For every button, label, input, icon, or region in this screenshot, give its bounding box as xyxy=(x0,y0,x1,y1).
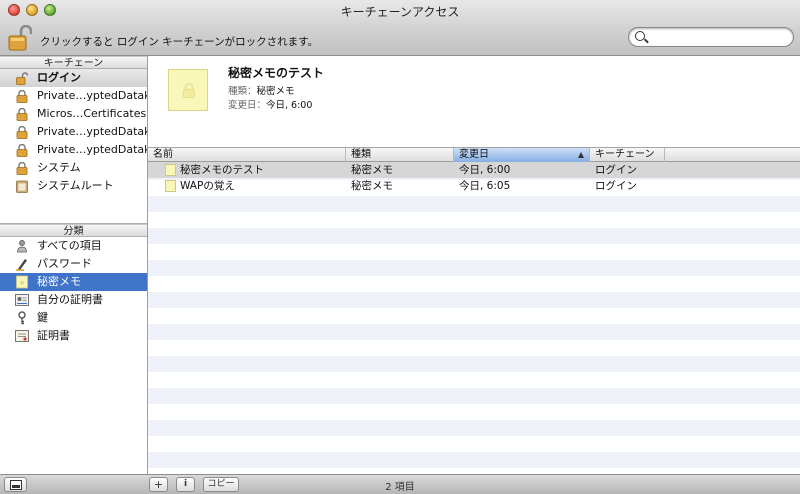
pen-icon xyxy=(16,259,27,271)
secure-note-large-icon xyxy=(168,69,208,111)
cabinet-icon xyxy=(16,180,28,193)
keychain-label: ログイン xyxy=(37,71,81,84)
category-item-keys[interactable]: 鍵 xyxy=(0,309,147,327)
lock-keychain-button[interactable] xyxy=(8,24,33,51)
table-header: 名前 種類 変更日 キーチェーン xyxy=(148,148,800,162)
detail-modified-label: 変更日： xyxy=(228,100,267,111)
padlock-icon xyxy=(16,108,28,121)
column-header-empty xyxy=(665,148,800,162)
keychain-label: Micros…Certificates xyxy=(37,107,147,120)
cell-name: 秘密メモのテスト xyxy=(148,162,346,178)
people-icon xyxy=(17,240,27,253)
keychain-item-private-3[interactable]: Private…yptedDatak xyxy=(0,141,147,159)
padlock-icon xyxy=(16,162,28,175)
note-icon xyxy=(16,275,28,289)
detail-kind-line: 種類：秘密メモ xyxy=(228,83,295,97)
bottom-bar: + i コピー 2 項目 xyxy=(0,474,800,494)
lock-status-text: クリックすると ログイン キーチェーンがロックされます。 xyxy=(40,36,319,48)
cell-keychain: ログイン xyxy=(595,180,637,192)
keychains-header: キーチェーン xyxy=(0,56,147,69)
note-icon xyxy=(165,180,176,192)
keychain-item-microsoft-certificates[interactable]: Micros…Certificates xyxy=(0,105,147,123)
category-label: 自分の証明書 xyxy=(37,293,103,306)
detail-modified-value: 今日, 6:00 xyxy=(266,100,313,111)
info-button[interactable]: i xyxy=(176,477,195,492)
open-padlock-icon xyxy=(8,24,33,51)
column-header-modified[interactable]: 変更日 xyxy=(454,148,590,162)
window-toolbar: キーチェーンアクセス クリックすると ログイン キーチェーンがロックされます。 xyxy=(0,0,800,56)
search-field[interactable] xyxy=(628,27,794,47)
column-header-kind[interactable]: 種類 xyxy=(346,148,454,162)
category-label: パスワード xyxy=(37,257,92,270)
cell-name: WAPの覚え xyxy=(148,178,346,194)
cell-kind: 秘密メモ xyxy=(351,164,393,176)
table-row[interactable]: 秘密メモのテスト 秘密メモ 今日, 6:00 ログイン xyxy=(148,162,800,178)
note-icon xyxy=(165,164,176,176)
items-table: 名前 種類 変更日 キーチェーン 秘密メモのテスト 秘密メモ 今日, 6:00 … xyxy=(148,148,800,474)
sort-ascending-icon xyxy=(578,152,584,158)
cell-modified: 今日, 6:00 xyxy=(459,164,511,176)
categories-header: 分類 xyxy=(0,224,147,237)
keychain-label: Private…yptedDatak xyxy=(37,143,147,156)
detail-kind-value: 秘密メモ xyxy=(256,86,295,97)
category-label: 鍵 xyxy=(37,311,48,324)
copy-button[interactable]: コピー xyxy=(203,477,239,492)
item-detail-panel: 秘密メモのテスト 種類：秘密メモ 変更日：今日, 6:00 xyxy=(148,56,800,148)
add-item-button[interactable]: + xyxy=(149,477,168,492)
column-header-keychain[interactable]: キーチェーン xyxy=(590,148,665,162)
keychain-label: Private…yptedDatak xyxy=(37,125,147,138)
category-label: 秘密メモ xyxy=(37,275,81,288)
keychain-item-system[interactable]: システム xyxy=(0,159,147,177)
certificate-icon xyxy=(15,330,29,342)
sidebar-spacer xyxy=(0,195,147,224)
item-count: 2 項目 xyxy=(385,482,415,493)
padlock-icon xyxy=(183,83,195,98)
window-title: キーチェーンアクセス xyxy=(340,5,460,19)
keychain-label: システム xyxy=(37,161,81,174)
cell-name-text: WAPの覚え xyxy=(180,180,235,192)
search-icon xyxy=(635,31,645,41)
cell-name-text: 秘密メモのテスト xyxy=(180,164,264,176)
detail-kind-label: 種類： xyxy=(228,86,257,97)
column-header-label: 変更日 xyxy=(459,149,489,160)
key-icon xyxy=(18,311,26,325)
detail-title: 秘密メモのテスト xyxy=(228,66,325,80)
keychain-item-system-roots[interactable]: システムルート xyxy=(0,177,147,195)
cell-kind: 秘密メモ xyxy=(351,180,393,192)
keychain-item-login[interactable]: ログイン xyxy=(0,69,147,87)
sidebar-toggle-icon xyxy=(9,479,22,490)
show-keychains-button[interactable] xyxy=(4,477,27,492)
category-label: すべての項目 xyxy=(37,239,102,252)
keychain-item-private-1[interactable]: Private…yptedDatak xyxy=(0,87,147,105)
open-padlock-icon xyxy=(16,72,28,85)
cell-keychain: ログイン xyxy=(595,164,637,176)
sidebar: キーチェーン ログイン Private…yptedDatak Micros…Ce… xyxy=(0,56,148,474)
padlock-icon xyxy=(16,90,28,103)
keychain-label: システムルート xyxy=(37,179,114,192)
category-item-secure-notes[interactable]: 秘密メモ xyxy=(0,273,147,291)
table-row[interactable]: WAPの覚え 秘密メモ 今日, 6:05 ログイン xyxy=(148,178,800,194)
certificate-person-icon xyxy=(15,294,29,306)
category-item-my-certificates[interactable]: 自分の証明書 xyxy=(0,291,147,309)
padlock-icon xyxy=(16,144,28,157)
category-item-all[interactable]: すべての項目 xyxy=(0,237,147,255)
search-input[interactable] xyxy=(651,30,787,44)
column-header-name[interactable]: 名前 xyxy=(148,148,346,162)
category-item-certificates[interactable]: 証明書 xyxy=(0,327,147,345)
keychain-label: Private…yptedDatak xyxy=(37,89,147,102)
category-item-passwords[interactable]: パスワード xyxy=(0,255,147,273)
category-label: 証明書 xyxy=(37,329,70,342)
padlock-icon xyxy=(16,126,28,139)
keychain-item-private-2[interactable]: Private…yptedDatak xyxy=(0,123,147,141)
detail-modified-line: 変更日：今日, 6:00 xyxy=(228,97,312,111)
cell-modified: 今日, 6:05 xyxy=(459,180,511,192)
